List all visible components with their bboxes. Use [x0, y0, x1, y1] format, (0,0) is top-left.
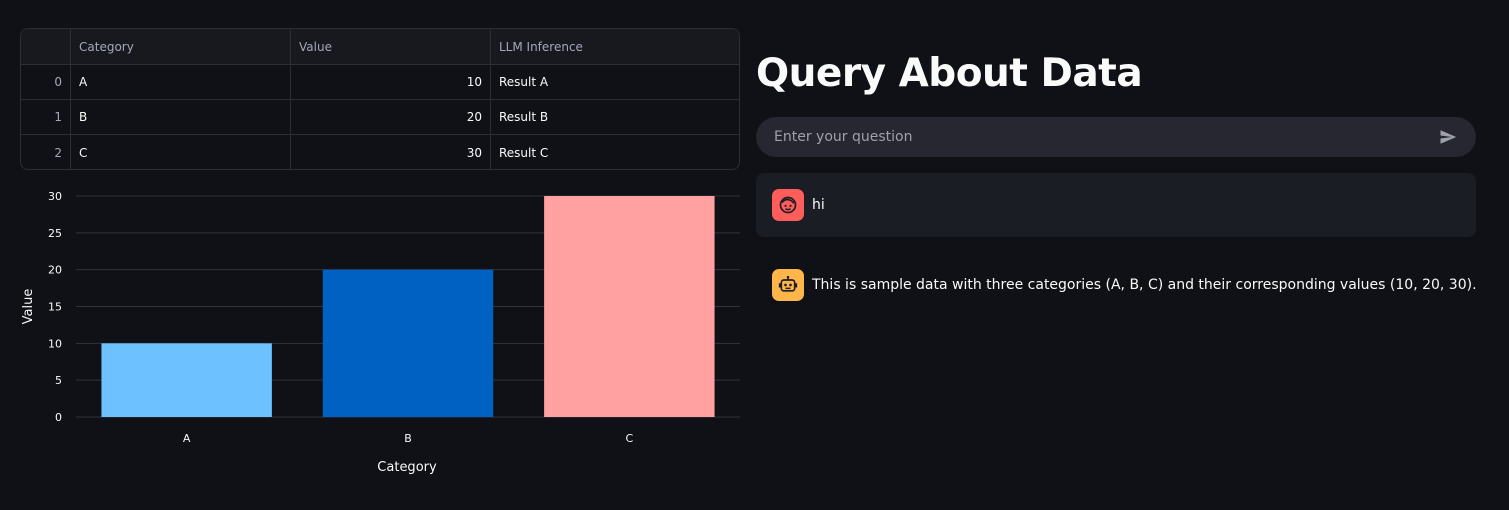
- x-tick-label: A: [183, 432, 191, 445]
- table-row[interactable]: 1 B 20 Result B: [21, 100, 739, 135]
- bar-B[interactable]: [322, 269, 494, 417]
- row-index: 2: [21, 135, 71, 169]
- table-header-value[interactable]: Value: [291, 29, 491, 64]
- value-cell[interactable]: 10: [291, 65, 491, 99]
- table-header-category[interactable]: Category: [71, 29, 291, 64]
- send-icon: [1440, 130, 1457, 144]
- value-cell[interactable]: 30: [291, 135, 491, 169]
- row-index: 0: [21, 65, 71, 99]
- table-header-llm-inference[interactable]: LLM Inference: [491, 29, 739, 64]
- y-tick-label: 25: [48, 227, 62, 240]
- x-tick-label: C: [625, 432, 633, 445]
- table-header-index[interactable]: [21, 29, 71, 64]
- category-cell[interactable]: C: [71, 135, 291, 169]
- value-cell[interactable]: 20: [291, 100, 491, 134]
- y-tick-label: 5: [55, 374, 62, 387]
- row-index: 1: [21, 100, 71, 134]
- send-button[interactable]: [1436, 125, 1460, 149]
- llm-inference-cell[interactable]: Result B: [491, 100, 739, 134]
- chat-message-assistant: This is sample data with three categorie…: [756, 253, 1477, 317]
- llm-inference-cell[interactable]: Result A: [491, 65, 739, 99]
- assistant-avatar: [772, 269, 804, 301]
- y-axis-label: Value: [21, 289, 36, 325]
- bar-C[interactable]: [544, 196, 715, 417]
- user-avatar: [772, 189, 804, 221]
- question-input[interactable]: [772, 128, 1436, 146]
- message-text: This is sample data with three categorie…: [812, 277, 1477, 293]
- y-tick-label: 0: [55, 411, 62, 424]
- data-table[interactable]: Category Value LLM Inference 0 A 10 Resu…: [20, 28, 740, 170]
- x-tick-label: B: [404, 432, 412, 445]
- table-row[interactable]: 0 A 10 Result A: [21, 65, 739, 100]
- table-row[interactable]: 2 C 30 Result C: [21, 135, 739, 169]
- robot-icon: [778, 275, 798, 292]
- page-title: Query About Data: [756, 51, 1143, 96]
- y-tick-label: 20: [48, 264, 62, 277]
- table-header-row: Category Value LLM Inference: [21, 29, 739, 65]
- category-cell[interactable]: B: [71, 100, 291, 134]
- x-axis-label: Category: [377, 460, 437, 475]
- y-tick-label: 15: [48, 301, 62, 314]
- user-face-icon: [779, 196, 797, 214]
- category-cell[interactable]: A: [71, 65, 291, 99]
- chat-message-user: hi: [756, 173, 1476, 237]
- chat-input-container[interactable]: [756, 117, 1476, 157]
- llm-inference-cell[interactable]: Result C: [491, 135, 739, 169]
- bar-chart[interactable]: 0 5 10 15 20 25 30 A B C Category Value: [0, 180, 750, 490]
- y-tick-label: 30: [48, 190, 62, 203]
- y-tick-label: 10: [48, 337, 62, 350]
- message-text: hi: [812, 197, 825, 213]
- app-page: Category Value LLM Inference 0 A 10 Resu…: [0, 0, 1509, 510]
- bar-A[interactable]: [101, 343, 272, 417]
